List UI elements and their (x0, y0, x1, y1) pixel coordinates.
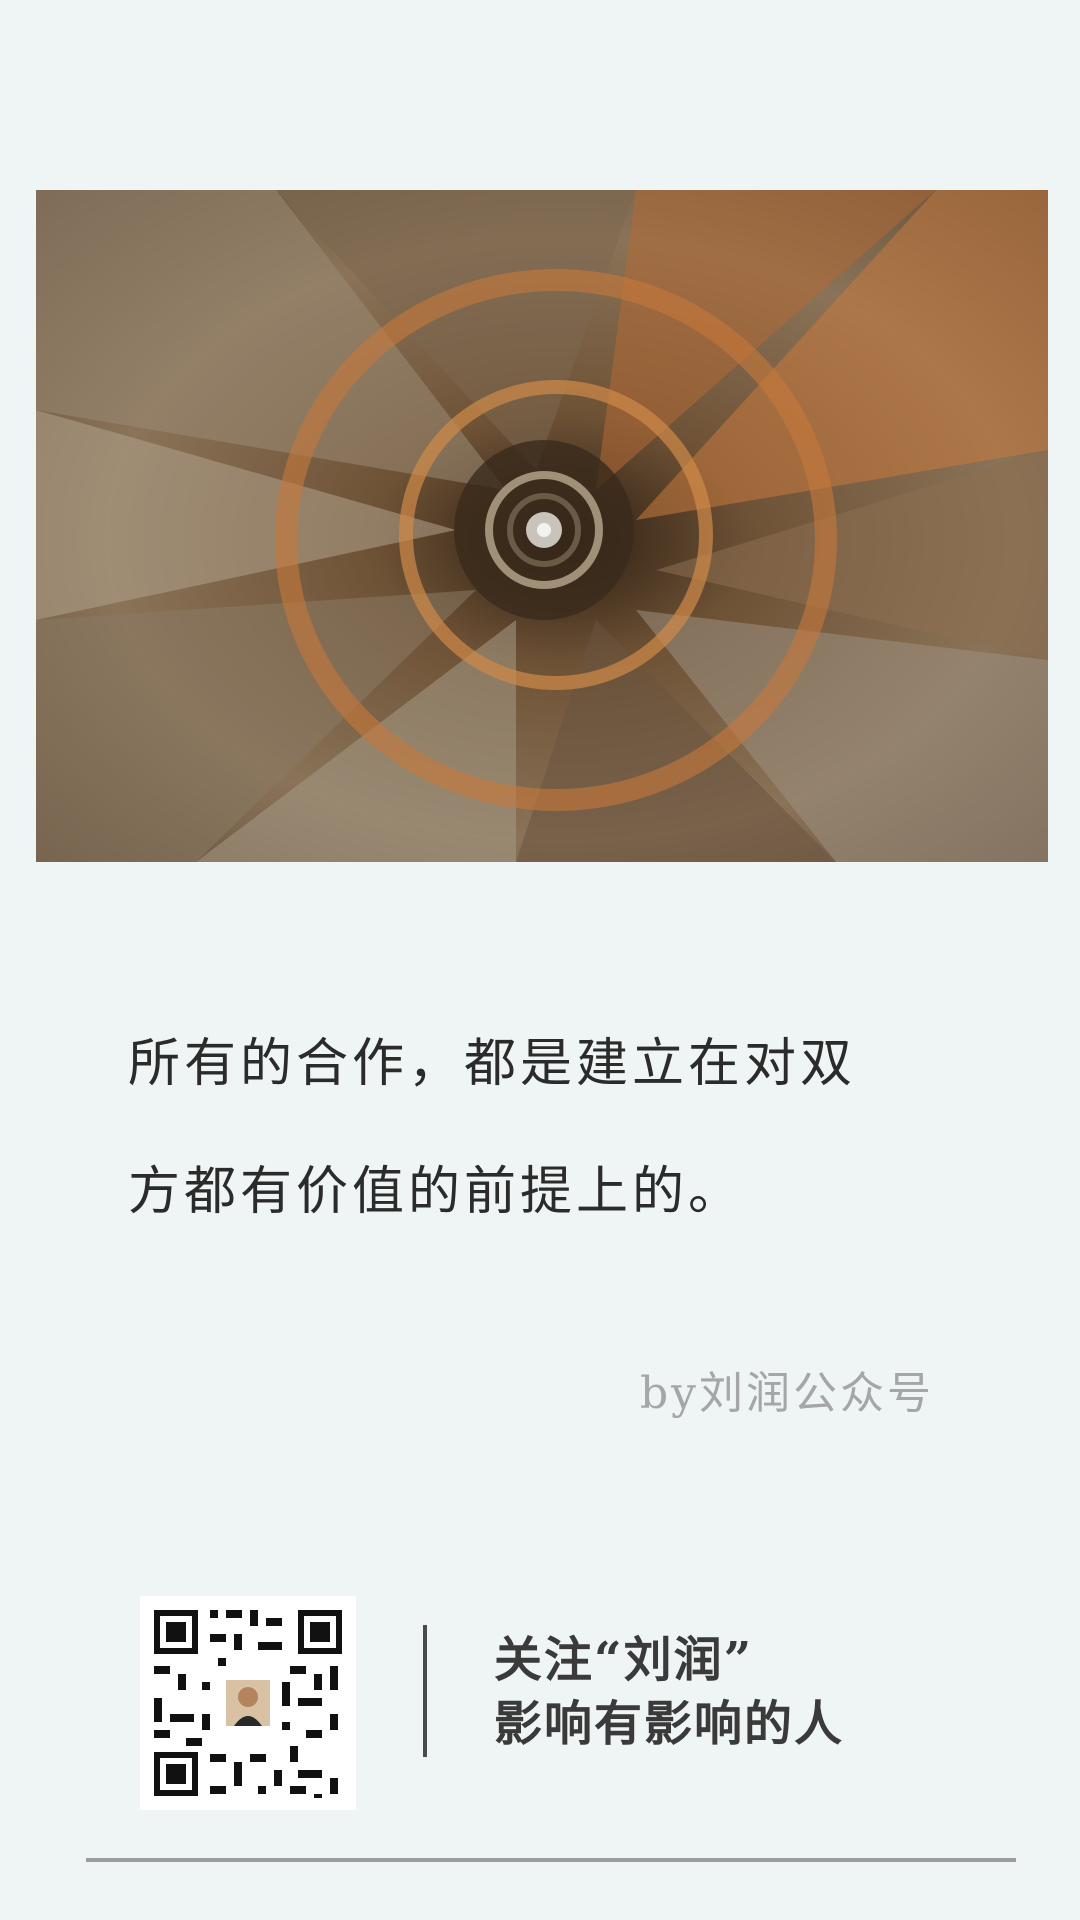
avatar-icon (226, 1680, 270, 1726)
quote-line-1: 所有的合作，都是建立在对双 (128, 1034, 857, 1094)
spiral-staircase-image (36, 190, 1048, 862)
staircase-illustration (36, 190, 1048, 862)
follow-line-2: 影响有影响的人 (494, 1696, 845, 1752)
vertical-divider (423, 1625, 427, 1757)
qr-code (140, 1596, 356, 1810)
quote-text: 所有的合作，都是建立在对双 方都有价值的前提上的。 (128, 1000, 968, 1256)
follow-line-1: 关注“刘润” (494, 1632, 754, 1688)
bottom-rule (86, 1858, 1016, 1862)
byline: by刘润公众号 (640, 1368, 935, 1419)
quote-line-2: 方都有价值的前提上的。 (128, 1162, 745, 1222)
qr-code-graphic (140, 1596, 356, 1810)
follow-caption: 关注“刘润” 影响有影响的人 (494, 1628, 844, 1756)
